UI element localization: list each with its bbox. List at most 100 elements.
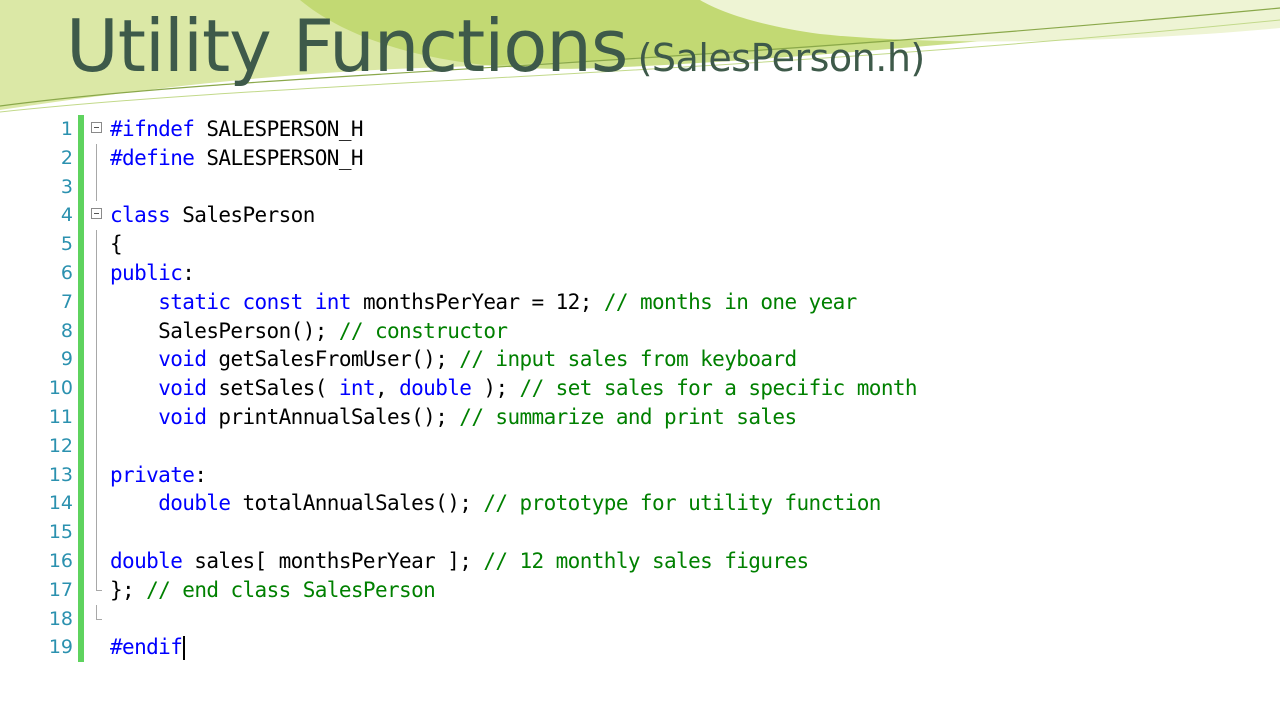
code-token-keyword: void — [158, 376, 207, 401]
fold-guide-line — [96, 143, 97, 173]
code-line[interactable]: 18 — [40, 604, 1020, 634]
code-line[interactable]: 12 — [40, 431, 1020, 461]
code-token-keyword: public — [110, 260, 183, 285]
code-text: #define SALESPERSON_H — [110, 144, 364, 173]
code-line[interactable]: 10 void setSales( int, double ); // set … — [40, 374, 1020, 403]
change-indicator-bar — [78, 287, 84, 317]
line-number: 10 — [48, 377, 73, 400]
fold-end-marker — [96, 618, 102, 620]
change-indicator-bar — [78, 258, 84, 288]
code-line[interactable]: 2 #define SALESPERSON_H — [40, 143, 1020, 173]
change-indicator-bar — [78, 402, 84, 432]
fold-guide-line — [96, 345, 97, 375]
code-text: void setSales( int, double ); // set sal… — [110, 374, 917, 403]
code-token-text: { — [110, 232, 123, 257]
code-line[interactable]: 17 }; // end class SalesPerson — [40, 575, 1020, 605]
code-line[interactable]: 5{ — [40, 230, 1020, 259]
slide-title: Utility Functions (SalesPerson.h) — [66, 10, 925, 82]
code-line[interactable]: 19 #endif — [40, 633, 1020, 663]
code-token-text: : — [182, 260, 195, 285]
code-text: }; // end class SalesPerson — [110, 576, 436, 605]
code-token-keyword: const — [242, 289, 304, 314]
fold-guide-line — [96, 431, 97, 461]
code-text: static const int monthsPerYear = 12; // … — [110, 288, 857, 317]
code-line[interactable]: 4 class SalesPerson — [40, 201, 1020, 231]
code-text: void getSalesFromUser(); // input sales … — [110, 345, 797, 374]
title-filename: (SalesPerson.h) — [637, 36, 926, 80]
code-text: void printAnnualSales(); // summarize an… — [110, 403, 797, 432]
code-token-text: SALESPERSON_H — [194, 145, 363, 170]
change-indicator-bar — [78, 172, 84, 202]
line-number: 7 — [60, 290, 73, 313]
code-text: SalesPerson(); // constructor — [110, 317, 508, 346]
code-text: class SalesPerson — [110, 201, 315, 230]
fold-guide-line — [96, 172, 97, 202]
change-indicator-bar — [78, 316, 84, 346]
line-number: 6 — [60, 261, 73, 284]
code-token-text: printAnnualSales(); — [206, 404, 460, 429]
code-token-text: sales[ monthsPerYear ]; — [182, 548, 484, 573]
code-editor[interactable]: 1 #ifndef SALESPERSON_H 2 #define SALESPERS… — [40, 115, 1020, 663]
code-token-comment: // constructor — [338, 318, 508, 343]
line-number: 14 — [48, 492, 73, 515]
code-line[interactable]: 16 double sales[ monthsPerYear ]; // 12 m… — [40, 546, 1020, 576]
change-indicator-bar — [78, 230, 84, 259]
code-text: #endif — [110, 633, 186, 662]
code-line[interactable]: 6 public: — [40, 258, 1020, 288]
code-text: public: — [110, 259, 195, 288]
fold-guide-line — [96, 287, 97, 317]
code-text: private: — [110, 461, 207, 490]
code-token-keyword: static — [158, 289, 231, 314]
code-line[interactable]: 8 SalesPerson(); // constructor — [40, 316, 1020, 346]
line-number: 13 — [48, 463, 73, 486]
code-token-keyword: class — [110, 203, 171, 228]
collapse-toggle-icon[interactable] — [91, 208, 102, 220]
code-line[interactable]: 13 private: — [40, 460, 1020, 490]
line-number: 17 — [48, 578, 73, 601]
collapse-toggle-icon[interactable] — [91, 122, 102, 133]
code-line[interactable]: 3 — [40, 172, 1020, 202]
code-token-keyword: double — [110, 548, 183, 573]
line-number: 19 — [48, 636, 73, 659]
change-indicator-bar — [78, 633, 84, 663]
line-number: 16 — [48, 549, 73, 572]
code-token-text: monthsPerYear = 12; — [350, 289, 604, 314]
code-token-keyword: int — [338, 376, 376, 401]
fold-end-marker — [96, 589, 102, 591]
code-line[interactable]: 14 double totalAnnualSales(); // prototy… — [40, 489, 1020, 519]
change-indicator-bar — [78, 518, 84, 547]
line-number: 9 — [60, 348, 73, 371]
code-token-keyword: private — [110, 462, 195, 487]
line-number: 15 — [48, 521, 73, 544]
code-line[interactable]: 7 static const int monthsPerYear = 12; /… — [40, 287, 1020, 317]
fold-guide-line — [96, 489, 97, 519]
code-token-keyword: #ifndef — [110, 117, 195, 141]
fold-guide-line — [96, 604, 97, 619]
code-line[interactable]: 15 — [40, 518, 1020, 547]
fold-guide-line — [96, 316, 97, 346]
code-token-text: }; — [110, 577, 147, 602]
change-indicator-bar — [78, 431, 84, 461]
change-indicator-bar — [78, 489, 84, 519]
change-indicator-bar — [78, 374, 84, 403]
change-indicator-bar — [78, 143, 84, 173]
change-indicator-bar — [78, 546, 84, 576]
code-token-comment: // months in one year — [603, 289, 858, 314]
change-indicator-bar — [78, 201, 84, 231]
fold-guide-line — [96, 402, 97, 432]
code-token-keyword: double — [158, 491, 231, 516]
line-number: 18 — [48, 607, 73, 630]
line-number: 12 — [48, 434, 73, 457]
code-token-text: , — [375, 376, 400, 401]
code-line[interactable]: 11 void printAnnualSales(); // summarize… — [40, 402, 1020, 432]
code-text: double sales[ monthsPerYear ]; // 12 mon… — [110, 547, 809, 576]
code-line[interactable]: 9 void getSalesFromUser(); // input sale… — [40, 345, 1020, 375]
code-token-keyword: void — [158, 404, 207, 429]
code-line[interactable]: 1 #ifndef SALESPERSON_H — [40, 115, 1020, 144]
code-text: double totalAnnualSales(); // prototype … — [110, 489, 881, 518]
code-token-keyword: #endif — [110, 635, 183, 660]
